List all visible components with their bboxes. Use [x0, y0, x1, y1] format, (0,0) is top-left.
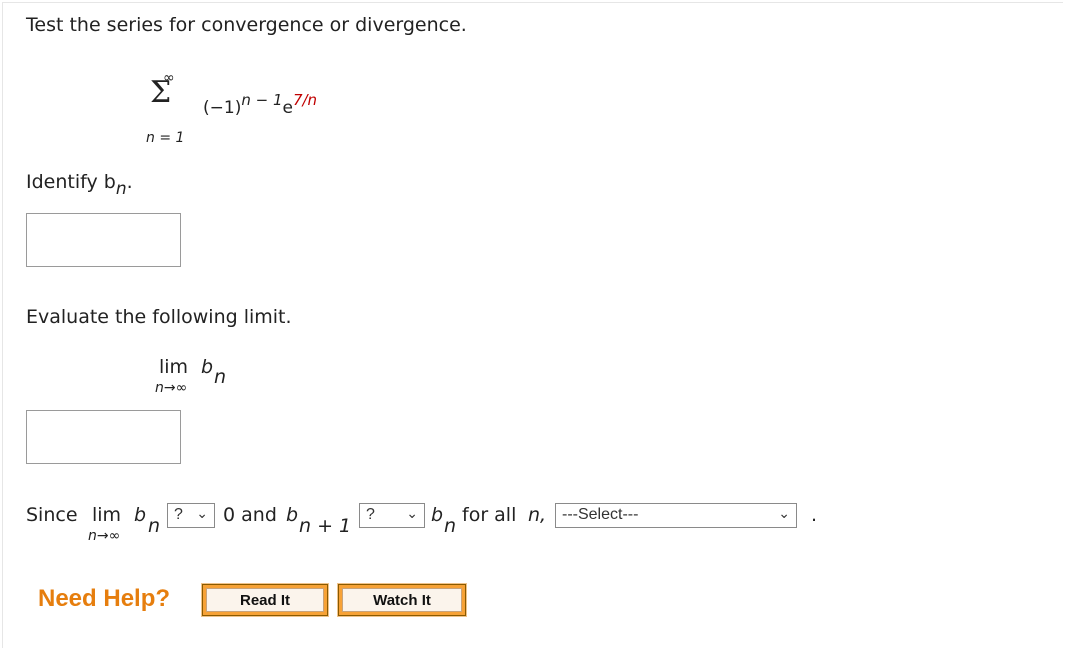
- sum-lower-limit: n = 1: [146, 130, 185, 146]
- sigma-symbol: Σ: [150, 75, 172, 110]
- identify-label: Identify bn.: [26, 171, 133, 199]
- since-period: .: [811, 504, 818, 526]
- since-b3: b: [431, 504, 444, 526]
- lim-under: n→∞: [155, 380, 188, 396]
- watch-it-label: Watch It: [342, 588, 462, 612]
- chevron-down-icon: ⌄: [406, 505, 418, 521]
- for-all-n: n,: [528, 504, 547, 526]
- term-exponent: n − 1: [241, 91, 283, 109]
- comparison-select-2[interactable]: ? ⌄: [359, 503, 425, 528]
- since-lim: lim: [92, 504, 122, 526]
- limit-answer-input[interactable]: [26, 410, 181, 464]
- since-b-sub: n: [148, 515, 161, 537]
- evaluate-label: Evaluate the following limit.: [26, 306, 292, 328]
- select-2-value: ?: [366, 506, 375, 523]
- read-it-label: Read It: [206, 588, 324, 612]
- series-term: (−1)n − 1e7/n: [203, 91, 317, 118]
- chevron-down-icon: ⌄: [196, 505, 208, 521]
- since-b2: b: [286, 504, 299, 526]
- lim-b: b: [201, 356, 214, 378]
- e-exponent: 7/n: [292, 91, 318, 109]
- comparison-select-1[interactable]: ? ⌄: [167, 503, 215, 528]
- since-lim-under: n→∞: [88, 528, 121, 544]
- select-1-value: ?: [174, 506, 183, 523]
- chevron-down-icon: ⌄: [778, 505, 790, 521]
- need-help-label: Need Help?: [38, 585, 171, 612]
- lim-b-sub: n: [214, 366, 227, 388]
- term-base: (−1): [203, 98, 242, 118]
- zero-and-text: 0 and: [223, 504, 277, 526]
- question-prompt: Test the series for convergence or diver…: [26, 14, 467, 36]
- since-b: b: [134, 504, 147, 526]
- since-b2-sub: n + 1: [299, 515, 352, 537]
- read-it-button[interactable]: Read It: [201, 583, 329, 617]
- for-all-text: for all: [462, 504, 517, 526]
- conclusion-select[interactable]: ---Select--- ⌄: [555, 503, 797, 528]
- since-b3-sub: n: [444, 515, 457, 537]
- bn-answer-input[interactable]: [26, 213, 181, 267]
- lim-text: lim: [159, 356, 189, 378]
- conclusion-select-value: ---Select---: [562, 506, 639, 523]
- watch-it-button[interactable]: Watch It: [337, 583, 467, 617]
- term-e: e: [282, 98, 293, 118]
- since-text: Since: [26, 504, 78, 526]
